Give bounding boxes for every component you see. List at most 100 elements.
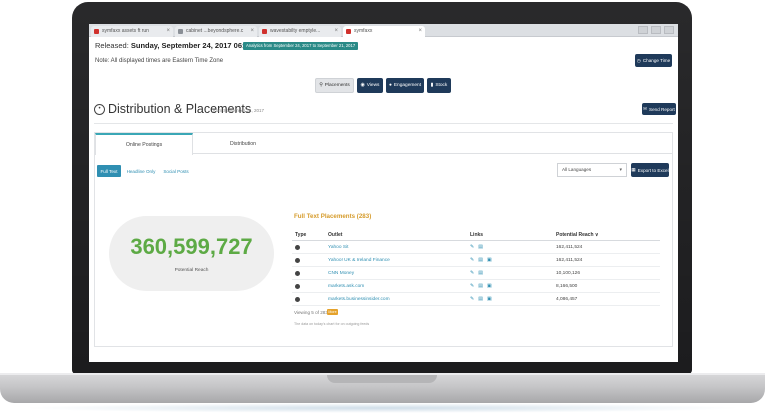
save-icon[interactable]: ▣	[487, 257, 492, 263]
links-cell: ✎ ▤ ▣	[470, 293, 492, 305]
type-cell	[295, 293, 300, 305]
tab-favicon-icon	[346, 29, 351, 34]
tab-favicon-icon	[178, 29, 183, 34]
document-icon[interactable]: ▤	[478, 283, 483, 289]
language-select[interactable]: All Languages ▾	[557, 163, 627, 177]
dot-icon	[295, 257, 300, 263]
browser-tab-4[interactable]: symfaxx ×	[343, 26, 425, 37]
tab-engagement-label: Engagement	[393, 83, 422, 88]
placements-table: Type Outlet Links Potential Reach ∨ Yaho…	[292, 230, 660, 306]
filter-full-text[interactable]: Full Text	[97, 165, 121, 177]
pencil-icon[interactable]: ✎	[470, 283, 474, 289]
tab-favicon-icon	[262, 29, 267, 34]
dot-icon	[295, 296, 300, 302]
outlet-link[interactable]: Yahoo! UK & Ireland Finance	[328, 254, 390, 266]
tab-placements[interactable]: ⚲ Placements	[315, 78, 354, 93]
tab-views-label: Views	[366, 83, 380, 88]
pencil-icon[interactable]: ✎	[470, 257, 474, 263]
pencil-icon[interactable]: ✎	[470, 244, 474, 250]
tab-distribution[interactable]: Distribution	[193, 133, 293, 154]
envelope-icon: ✉	[643, 106, 648, 111]
pencil-icon[interactable]: ✎	[470, 296, 474, 302]
save-icon[interactable]: ▣	[487, 283, 492, 289]
export-excel-label: Export to Excel	[637, 167, 669, 173]
clock-icon: ◷	[636, 57, 641, 63]
column-outlet: Outlet	[328, 232, 343, 238]
tab-close-icon[interactable]: ×	[418, 26, 422, 37]
tab-engagement[interactable]: ● Engagement	[386, 78, 424, 93]
table-icon: ▦	[631, 167, 636, 172]
column-potential-reach[interactable]: Potential Reach ∨	[556, 230, 599, 240]
links-cell: ✎ ▤	[470, 267, 483, 279]
minimize-button[interactable]	[638, 26, 648, 34]
filter-social-posts[interactable]: Social Posts	[160, 165, 192, 177]
eye-icon: ◉	[360, 83, 365, 88]
column-links: Links	[470, 232, 484, 238]
table-footnote: The data on today's chart for on outgoin…	[294, 322, 370, 326]
outlet-link[interactable]: Yahoo Sit	[328, 241, 348, 253]
table-row: markets.businessinsider.com ✎ ▤ ▣ 4,086,…	[292, 293, 660, 306]
dot-icon	[295, 270, 300, 276]
more-button[interactable]: More	[327, 309, 338, 315]
document-icon[interactable]: ▤	[478, 270, 483, 276]
panel-tabs: Online Postings Distribution	[95, 133, 672, 155]
stage: symfaxx assets ft run × cabinet ...beyon…	[0, 0, 765, 413]
document-icon[interactable]: ▤	[478, 244, 483, 250]
tab-label: symfaxx assets ft run	[102, 28, 149, 34]
tab-close-icon[interactable]: ×	[166, 26, 170, 37]
table-row: Yahoo! UK & Ireland Finance ✎ ▤ ▣ 162,41…	[292, 254, 660, 267]
filter-headline-only[interactable]: Headline Only	[123, 165, 159, 177]
export-excel-button[interactable]: ▦ Export to Excel	[631, 163, 669, 177]
potential-reach-value: 360,599,727	[130, 234, 253, 259]
dot-icon	[295, 283, 300, 289]
links-cell: ✎ ▤	[470, 241, 483, 253]
tab-close-icon[interactable]: ×	[250, 26, 254, 37]
chat-bubble-icon: ●	[388, 83, 392, 88]
change-time-button[interactable]: ◷ Change Time	[635, 54, 672, 67]
browser-tab-2[interactable]: cabinet ...beyondsphere.c ×	[175, 26, 257, 37]
reach-cell: 10,100,126	[556, 270, 581, 276]
reach-cell: 8,166,500	[556, 283, 578, 289]
pencil-icon[interactable]: ✎	[470, 270, 474, 276]
reach-cell: 162,411,524	[556, 257, 583, 263]
tab-views[interactable]: ◉ Views	[357, 78, 383, 93]
outlet-link[interactable]: markets.ask.com	[328, 280, 364, 292]
dot-icon	[295, 244, 300, 250]
table-row: markets.ask.com ✎ ▤ ▣ 8,166,500	[292, 280, 660, 293]
tab-online-postings[interactable]: Online Postings	[95, 133, 193, 155]
bar-chart-icon: ▮	[430, 83, 434, 88]
divider	[94, 123, 673, 124]
type-cell	[295, 241, 300, 253]
potential-reach-card: 360,599,727 Potential Reach	[109, 216, 274, 291]
document-icon[interactable]: ▤	[478, 296, 483, 302]
released-prefix: Released:	[95, 41, 131, 50]
outlet-link[interactable]: CNN Money	[328, 267, 354, 279]
save-icon[interactable]: ▣	[487, 296, 492, 302]
laptop-shadow	[20, 403, 745, 413]
type-cell	[295, 280, 300, 292]
laptop-notch	[327, 375, 437, 383]
language-select-value: All Languages	[562, 167, 592, 172]
links-cell: ✎ ▤ ▣	[470, 280, 492, 292]
type-cell	[295, 254, 300, 266]
chevron-down-icon: ▾	[619, 167, 622, 173]
send-report-button[interactable]: ✉ Send Report	[642, 103, 676, 115]
table-row: CNN Money ✎ ▤ 10,100,126	[292, 267, 660, 280]
change-time-label: Change Time	[642, 58, 671, 63]
tab-favicon-icon	[94, 29, 99, 34]
tab-stock[interactable]: ▮ Stock	[427, 78, 451, 93]
pin-circle-icon: •	[94, 104, 105, 115]
tab-close-icon[interactable]: ×	[334, 26, 338, 37]
tab-label: wavestabilty emptyle...	[270, 28, 321, 34]
timezone-note: Note: All displayed times are Eastern Ti…	[95, 58, 224, 64]
browser-tab-3[interactable]: wavestabilty emptyle... ×	[259, 26, 341, 37]
window-controls	[638, 26, 674, 34]
reach-cell: 162,411,524	[556, 244, 583, 250]
maximize-button[interactable]	[651, 26, 661, 34]
outlet-link[interactable]: markets.businessinsider.com	[328, 293, 390, 305]
close-window-button[interactable]	[664, 26, 674, 34]
reach-cell: 4,086,457	[556, 296, 578, 302]
document-icon[interactable]: ▤	[478, 257, 483, 263]
browser-tab-1[interactable]: symfaxx assets ft run ×	[91, 26, 173, 37]
analytics-range-badge: Analytics from September 24, 2017 to Sep…	[243, 42, 359, 50]
